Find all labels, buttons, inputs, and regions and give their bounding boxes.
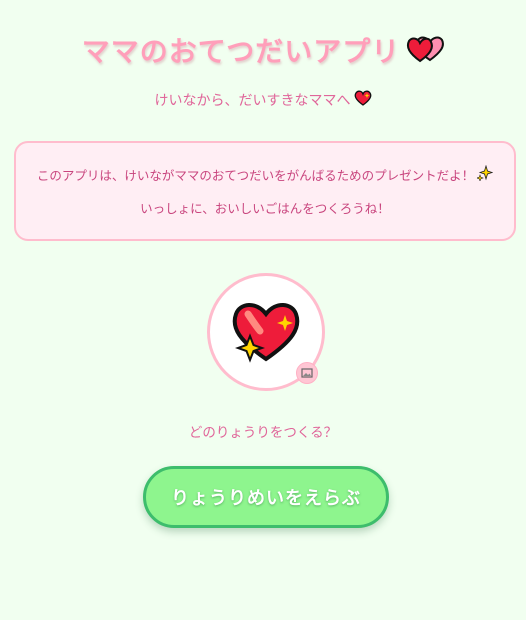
page-title: ママのおてつだいアプリ [81,35,401,68]
message-line-1: このアプリは、けいながママのおてつだいをがんばるためのプレゼントだよ！ [36,164,494,184]
subtitle: けいなから、だいすきなママへ [154,93,351,109]
image-icon[interactable] [296,362,318,384]
sparkles-icon [476,164,494,184]
avatar-upload[interactable] [207,273,325,391]
subtitle-row: けいなから、だいすきなママへ [0,90,526,110]
two-hearts-icon [406,33,445,67]
choose-dish-button[interactable]: りょうりめいをえらぶ [143,466,389,528]
message-text-1: このアプリは、けいながママのおてつだいをがんばるためのプレゼントだよ！ [36,168,475,183]
sparkling-heart-icon [354,90,372,110]
dish-question: どのりょうりをつくる？ [188,425,338,441]
sparkling-heart-icon [228,296,304,368]
message-text-2: いっしょに、おいしいごはんをつくろうね！ [140,201,390,216]
app-page: ママのおてつだいアプリ けいなから、だいすきなママへ このアプリは、けいながママ… [0,0,526,620]
message-line-2: いっしょに、おいしいごはんをつくろうね！ [140,198,390,217]
message-box: このアプリは、けいながママのおてつだいをがんばるためのプレゼントだよ！ いっしょ… [14,141,516,241]
header: ママのおてつだいアプリ [0,30,526,70]
